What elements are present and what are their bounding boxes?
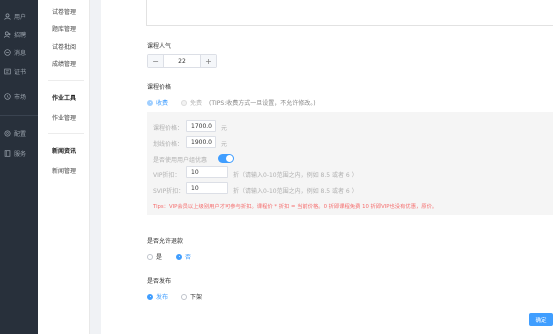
subnav-item-score-manage[interactable]: 成绩管理 [52,59,76,68]
radio-dot [147,293,153,300]
svip-discount-hint: 折（请输入0-10范围之内，例如 8.5 或者 6 ） [233,188,358,195]
radio-dot [181,293,187,300]
popularity-stepper: − 22 + [147,54,217,68]
scribe-price-input[interactable]: 1900.0 [186,136,216,148]
member-discount-toggle[interactable] [218,154,234,163]
scribe-price-label: 划线价格： [153,141,184,148]
submit-button[interactable]: 确定 [529,313,553,326]
price-label: 课程价格 [147,84,172,91]
subnav-section-news: 新闻资讯 [52,148,77,155]
radio-dot [181,99,187,106]
nav-item-certificate[interactable]: 证书 [4,65,26,77]
radio-label: 收费 [156,100,169,107]
subnav-item-exam-review[interactable]: 试卷批阅 [52,42,76,51]
nav-item-market[interactable]: 市场 [4,90,26,102]
increment-button[interactable]: + [200,55,216,67]
vip-discount-input[interactable]: 10 [186,166,228,178]
radio-dot [176,253,182,260]
radio-free[interactable]: 免费 [181,98,202,107]
popularity-label: 课程人气 [147,43,172,50]
course-price-input[interactable]: 1700.0 [186,120,216,132]
certificate-icon [4,68,11,74]
radio-label: 否 [185,254,192,261]
radio-charge[interactable]: 收费 [147,98,168,107]
decrement-button[interactable]: − [148,55,164,67]
member-discount-label: 是否使用用户组优惠 [153,157,208,164]
market-icon [4,92,11,100]
radio-label: 发布 [156,294,169,301]
refund-label: 是否允许退款 [147,238,184,245]
radio-refund-yes[interactable]: 是 [147,252,162,261]
vip-discount-hint: 折（请输入0-10范围之内，例如 8.5 或者 6 ） [233,172,358,179]
radio-label: 是 [156,254,163,261]
main-sidebar: 用户 招聘 消息 证书 市场 配置 服务 [0,0,38,334]
subnav-item-question-bank[interactable]: 题库管理 [52,24,76,33]
nav-item-users[interactable]: 用户 [4,10,26,22]
course-price-label: 课程价格： [153,125,184,132]
service-icon [4,149,11,157]
scribe-price-unit: 元 [221,141,228,148]
vip-discount-label: VIP折扣： [153,172,181,179]
nav-label: 用户 [14,13,27,21]
sub-sidebar: 试卷管理 题库管理 试卷批阅 成绩管理 作业工具 作业管理 新闻资讯 新闻管理 [38,0,90,334]
settings-icon [4,129,11,137]
nav-label: 市场 [14,93,27,101]
subnav-item-news-manage[interactable]: 新闻管理 [52,166,76,175]
radio-publish[interactable]: 发布 [147,292,168,301]
nav-label: 招聘 [14,31,27,39]
nav-label: 消息 [14,49,27,57]
svip-discount-label: SVIP折扣： [153,188,185,195]
nav-item-recruit[interactable]: 招聘 [4,28,26,40]
nav-label: 配置 [14,130,27,138]
user-icon [4,13,11,20]
form-card: 课程人气 − 22 + 课程价格 收费 免费 (TIPS:收费方式一旦设置，不允… [101,0,553,334]
course-price-unit: 元 [221,125,228,132]
subnav-divider [48,133,84,134]
nav-label: 证书 [14,68,27,76]
radio-label: 免费 [190,100,203,107]
radio-refund-no[interactable]: 否 [176,252,191,261]
nav-divider [0,115,38,116]
subnav-section-homework-tools: 作业工具 [52,95,77,102]
nav-label: 服务 [14,150,27,158]
radio-unpublish[interactable]: 下架 [181,292,202,301]
nav-item-settings[interactable]: 配置 [4,127,26,139]
description-textarea[interactable] [146,0,553,26]
discount-tips: Tips：VIP会员以上级别用户才可参与折扣。课程价 * 折扣 = 当前价格。0… [153,204,438,210]
radio-dot [147,253,153,260]
nav-item-messages[interactable]: 消息 [4,46,26,58]
svip-discount-input[interactable]: 10 [186,182,228,194]
price-tips: (TIPS:收费方式一旦设置，不允许修改。) [209,100,316,107]
subnav-divider [48,80,84,81]
radio-dot [147,99,153,106]
main-content: 课程人气 − 22 + 课程价格 收费 免费 (TIPS:收费方式一旦设置，不允… [90,0,553,334]
radio-label: 下架 [190,294,203,301]
recruit-icon [4,31,11,38]
popularity-input[interactable]: 22 [164,55,200,67]
message-icon [4,48,11,56]
nav-item-service[interactable]: 服务 [4,147,26,159]
subnav-item-homework-manage[interactable]: 作业管理 [52,113,76,122]
publish-label: 是否发布 [147,278,172,285]
subnav-item-exam-manage[interactable]: 试卷管理 [52,7,76,16]
